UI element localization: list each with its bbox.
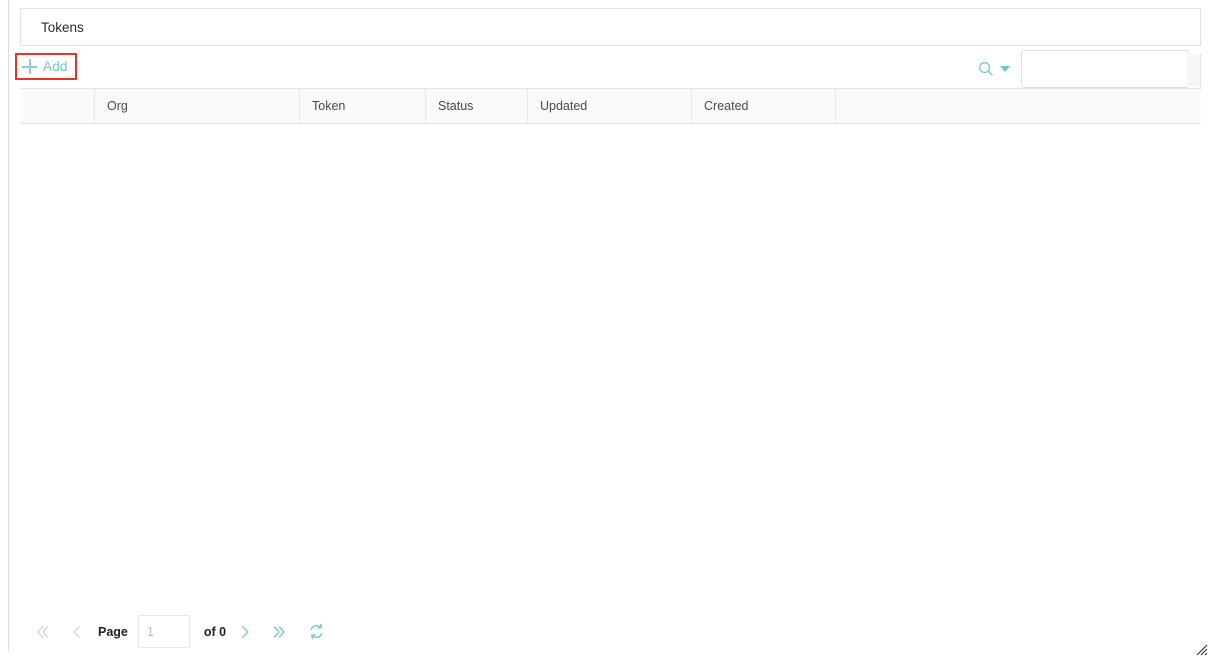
pager-refresh-button[interactable] — [302, 619, 330, 645]
double-chevron-right-icon — [273, 625, 285, 638]
column-header-updated[interactable]: Updated — [528, 89, 692, 123]
grid-pager: Page of 0 — [20, 612, 1201, 651]
search-input[interactable] — [1021, 50, 1189, 88]
chevron-left-icon — [73, 625, 80, 638]
pager-page-input[interactable] — [137, 615, 190, 648]
column-header-created-label: Created — [704, 99, 749, 113]
pager-last-button[interactable] — [266, 619, 292, 645]
search-icon — [979, 62, 993, 76]
pager-first-button[interactable] — [30, 619, 56, 645]
chevron-down-icon — [1000, 66, 1010, 72]
tokens-window: Tokens Add Org Token Status Updated Crea… — [0, 0, 1209, 657]
column-header-org-label: Org — [107, 99, 128, 113]
plus-icon — [22, 59, 37, 74]
column-header-token-label: Token — [312, 99, 346, 113]
column-header-status[interactable]: Status — [426, 89, 528, 123]
column-header-filler — [836, 89, 1201, 123]
column-header-row-select[interactable] — [20, 89, 95, 123]
add-button-label: Add — [43, 59, 68, 74]
resize-grip-icon[interactable] — [1194, 642, 1208, 656]
grid-body-empty — [20, 124, 1201, 614]
double-chevron-left-icon — [37, 625, 49, 638]
column-header-token[interactable]: Token — [300, 89, 426, 123]
column-header-created[interactable]: Created — [692, 89, 836, 123]
toolbar-right-edge — [1186, 54, 1201, 87]
pager-page-label: Page — [98, 624, 128, 639]
column-header-status-label: Status — [438, 99, 474, 113]
tab-strip: Tokens — [20, 8, 1201, 46]
add-button[interactable]: Add — [15, 53, 77, 80]
pager-prev-button[interactable] — [64, 619, 90, 645]
pager-next-button[interactable] — [232, 619, 258, 645]
tab-tokens-label: Tokens — [41, 19, 84, 35]
refresh-icon — [310, 623, 322, 640]
grid-toolbar: Add — [9, 46, 1201, 92]
pager-total-label: of 0 — [203, 624, 227, 639]
column-header-updated-label: Updated — [540, 99, 588, 113]
tab-tokens[interactable]: Tokens — [21, 9, 104, 45]
chevron-right-icon — [242, 625, 249, 638]
column-header-org[interactable]: Org — [95, 89, 300, 123]
search-toggle[interactable] — [978, 61, 1010, 77]
tokens-grid: Org Token Status Updated Created — [20, 88, 1201, 614]
grid-header-row: Org Token Status Updated Created — [20, 89, 1201, 124]
search-cluster — [978, 46, 1189, 92]
